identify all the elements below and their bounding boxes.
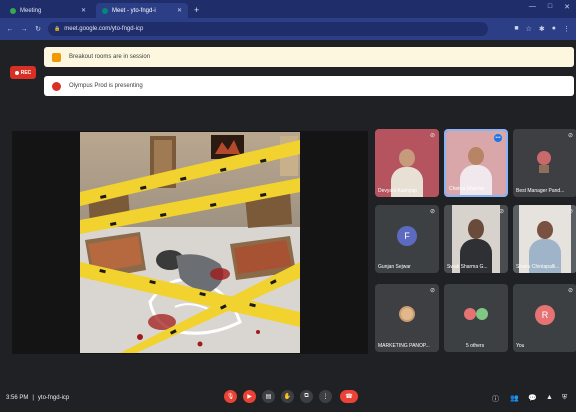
meeting-info: 3:56 PM | yto-fngd-icp (6, 395, 69, 401)
mic-off-icon: ⊘ (567, 209, 573, 215)
reload-button[interactable]: ↻ (34, 25, 42, 33)
participant-tile-others[interactable]: 5 others (444, 284, 508, 352)
participant-tile[interactable]: ⊘ MARKETING PANOP... (375, 284, 439, 352)
avatar: F (397, 226, 417, 246)
participant-name: Gunjan Sejwar (378, 264, 411, 270)
participant-name: Chetna Sharma (449, 186, 485, 192)
meet-favicon-icon (102, 7, 108, 14)
browser-tab-strip: Meeting ✕ Meet - yto-fngd-i ✕ + — □ ✕ (0, 0, 576, 18)
participant-tile[interactable]: ⊘ Devyani Kashyap (375, 129, 439, 197)
url-text: meet.google.com/yto-fngd-icp (64, 26, 144, 32)
mic-off-icon: ⊘ (429, 288, 435, 294)
participant-name: Devyani Kashyap (378, 188, 417, 194)
others-count: 5 others (466, 343, 485, 349)
profile-icon[interactable]: ● (552, 25, 556, 33)
tab-label: Meet - yto-fngd-i (112, 7, 156, 14)
record-dot-icon (14, 70, 19, 75)
participant-name: Swati Sharma G... (447, 264, 488, 270)
meeting-code: yto-fngd-icp (37, 395, 70, 401)
participant-video (375, 129, 439, 197)
raise-hand-icon: ✋ (283, 394, 292, 400)
breakout-icon (52, 52, 61, 62)
minimize-button[interactable]: — (529, 3, 536, 11)
separator: | (32, 395, 34, 401)
presentation-stage (12, 131, 368, 354)
tab-label: Meeting (20, 7, 42, 14)
end-call-icon: ☎ (345, 394, 353, 400)
window-controls: — □ ✕ (529, 3, 570, 11)
mic-off-icon: ⊘ (429, 209, 435, 215)
avatar: R (535, 305, 555, 325)
extensions-icon[interactable]: ✱ (539, 25, 545, 33)
camera-toggle-button[interactable]: ▶ (243, 390, 256, 403)
participant-tile[interactable]: ⊘ Swati Sharma G... (444, 205, 508, 273)
back-button[interactable]: ← (6, 26, 14, 33)
host-controls-icon[interactable]: ⛨ (562, 394, 567, 402)
more-vert-icon: ⋮ (322, 394, 329, 400)
participant-tile-self[interactable]: R ⊘ You (513, 284, 576, 352)
breakout-banner: Breakout rooms are in session (44, 47, 574, 67)
lock-icon: 🔒 (54, 26, 61, 32)
breakout-banner-text: Breakout rooms are in session (69, 54, 151, 60)
presenting-icon (52, 81, 61, 91)
meeting-details-icon[interactable]: ⓘ (492, 394, 499, 404)
present-button[interactable]: ⧉ (300, 390, 313, 403)
participant-video (513, 205, 576, 273)
close-tab-icon[interactable]: ✕ (81, 7, 86, 14)
chat-icon[interactable]: 💬 (528, 394, 537, 402)
mic-off-icon: ⊘ (567, 288, 573, 294)
tab-meet[interactable]: Meet - yto-fngd-i ✕ (96, 3, 188, 18)
bookmark-star-icon[interactable]: ☆ (526, 25, 532, 33)
speaking-icon: ••• (494, 134, 502, 142)
maximize-button[interactable]: □ (548, 3, 552, 11)
camera-indicator-icon[interactable]: ■ (514, 25, 518, 33)
participant-video (375, 284, 439, 352)
captions-button[interactable]: ▤ (262, 390, 275, 403)
forward-button[interactable]: → (20, 26, 28, 33)
mic-off-icon: ⊘ (567, 133, 573, 139)
participant-tile[interactable]: ⊘ Shanu Chintapalli... (513, 205, 576, 273)
participant-video (444, 205, 508, 273)
leave-call-button[interactable]: ☎ (340, 390, 358, 403)
menu-icon[interactable]: ⋮ (563, 25, 570, 33)
recording-badge[interactable]: REC (10, 66, 36, 79)
presenting-banner-text: Olympus Prod is presenting (69, 83, 143, 89)
clock: 3:56 PM (6, 395, 29, 401)
participant-name: Shanu Chintapalli... (516, 264, 560, 270)
new-tab-button[interactable]: + (194, 5, 199, 15)
participant-tile[interactable]: ••• Chetna Sharma (444, 129, 508, 197)
mic-toggle-button[interactable]: 🎙 (224, 390, 237, 403)
avatar (476, 308, 488, 320)
participant-name: MARKETING PANOP... (378, 343, 430, 349)
tab-favicon-icon (10, 7, 16, 14)
extension-icons: ■ ☆ ✱ ● ⋮ (514, 25, 570, 33)
close-window-button[interactable]: ✕ (564, 3, 570, 11)
address-bar: ← → ↻ 🔒 meet.google.com/yto-fngd-icp ■ ☆… (0, 18, 576, 40)
activities-icon[interactable]: ▲ (546, 394, 553, 401)
presented-slide-image (80, 132, 300, 353)
url-field[interactable]: 🔒 meet.google.com/yto-fngd-icp (48, 22, 488, 36)
present-icon: ⧉ (304, 393, 309, 399)
participant-name: Best Manager Pand... (516, 188, 565, 194)
tab-meeting[interactable]: Meeting ✕ (4, 3, 92, 18)
recording-label: REC (20, 69, 32, 76)
participant-tile[interactable]: F ⊘ Gunjan Sejwar (375, 205, 439, 273)
close-tab-icon[interactable]: ✕ (177, 7, 182, 14)
camera-off-icon: ▶ (247, 394, 252, 400)
mic-off-icon: ⊘ (498, 209, 504, 215)
mic-off-icon: 🎙 (226, 394, 235, 400)
presenting-banner: Olympus Prod is presenting (44, 76, 574, 96)
participant-video (513, 129, 576, 197)
participant-tile[interactable]: ⊘ Best Manager Pand... (513, 129, 576, 197)
people-icon[interactable]: 👥 (510, 394, 519, 402)
mic-off-icon: ⊘ (429, 133, 435, 139)
raise-hand-button[interactable]: ✋ (281, 390, 294, 403)
captions-icon: ▤ (265, 394, 272, 400)
avatar (464, 308, 476, 320)
crime-scene-illustration (80, 132, 300, 353)
more-options-button[interactable]: ⋮ (319, 390, 332, 403)
participant-name: You (516, 343, 525, 349)
